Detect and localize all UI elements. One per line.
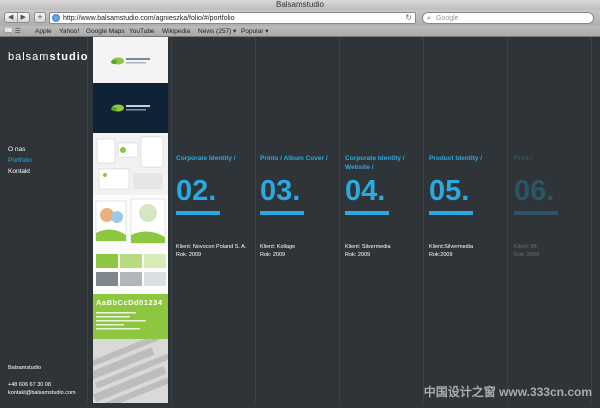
project-title[interactable]: Product Identity / [429, 154, 509, 163]
footer-email[interactable]: kontakt@balsamstudio.com [8, 389, 76, 397]
project-client: Klient: Novocon Poland S. A. Rok: 2009 [176, 244, 247, 258]
project-number: 05. [429, 175, 470, 207]
project-underline [514, 211, 558, 215]
thumbnail-stationery[interactable] [93, 133, 168, 195]
project-number: 03. [260, 175, 301, 207]
watermark: 中国设计之窗 www.333cn.com [423, 385, 592, 399]
bookmarks-icon[interactable]: 📖 ☰ [4, 27, 21, 36]
project-underline [429, 211, 473, 215]
logo-light-text: balsam [8, 51, 50, 63]
wordmark-graphic [82, 334, 176, 408]
forward-icon[interactable]: ▶ [18, 13, 30, 22]
bookmark-apple[interactable]: Apple [35, 26, 52, 37]
page: balsamstudio O nas Portfolio Kontakt Bal… [0, 37, 600, 408]
site-footer: Balsamstudio +48 606 67 30 08 kontakt@ba… [8, 364, 76, 397]
logo-dark-graphic [111, 104, 150, 112]
search-placeholder: Google [436, 15, 459, 22]
thumbnail-typography[interactable]: AaBbCcDd01234 [93, 294, 168, 339]
bookmarks-bar: 📖 ☰ Apple Yahoo! Google Maps YouTube Wik… [0, 26, 600, 37]
logo-light-graphic [111, 57, 150, 65]
bookmark-popular[interactable]: Popular ▾ [241, 26, 268, 37]
project-item[interactable]: Corporate Identity / 02. Klient: Novocon… [176, 154, 256, 258]
globe-icon [52, 14, 60, 22]
back-icon[interactable]: ◀ [5, 13, 18, 22]
project-title[interactable]: Corporate Identity / Website / [345, 154, 417, 172]
add-bookmark-button[interactable]: + [34, 12, 46, 23]
address-bar[interactable]: http://www.balsamstudio.com/agnieszka/fo… [49, 12, 416, 24]
project-client: Klient:Silvermedia Rok:2009 [429, 244, 474, 258]
thumbnail-logo-dark[interactable] [93, 83, 168, 133]
bookmark-wikipedia[interactable]: Wikipedia [162, 26, 190, 37]
reload-icon[interactable]: ↻ [405, 13, 412, 23]
grid-line [507, 37, 508, 403]
bookmark-youtube[interactable]: YouTube [129, 26, 155, 37]
search-icon: ⌕ [427, 15, 431, 22]
thumbnail-wordmark[interactable] [82, 334, 176, 408]
grid-line [423, 37, 424, 403]
project-client: Klient: BF Rok: 2009 [514, 244, 540, 258]
nav-buttons: ◀ ▶ [4, 12, 30, 23]
project-item[interactable]: Corporate Identity / Website / 04. Klien… [345, 154, 425, 258]
stationery-graphic [96, 136, 164, 190]
project-client: Klient: Kollage Rok: 2009 [260, 244, 296, 258]
project-number: 04. [345, 175, 386, 207]
bookmark-google-maps[interactable]: Google Maps [86, 26, 125, 37]
bookmark-yahoo[interactable]: Yahoo! [59, 26, 79, 37]
menu-item-kontakt[interactable]: Kontakt [8, 166, 32, 177]
project-item[interactable]: Prints / Album Cover / 03. Klient: Kolla… [260, 154, 340, 258]
thumbnail-logo-light[interactable] [93, 37, 168, 83]
project-underline [176, 211, 220, 215]
grid-line [171, 37, 172, 403]
window-title: Balsamstudio [0, 0, 600, 10]
footer-name: Balsamstudio [8, 365, 42, 371]
project-item[interactable]: Product Identity / 05. Klient:Silvermedi… [429, 154, 509, 258]
project-item[interactable]: Print / 06. Klient: BF Rok: 2009 [514, 154, 594, 258]
thumbnail-color-swatches[interactable] [93, 250, 168, 294]
grid-line [87, 37, 88, 403]
project-title[interactable]: Corporate Identity / [176, 154, 256, 163]
grid-line [339, 37, 340, 403]
project-underline [345, 211, 389, 215]
grid-line [591, 37, 592, 403]
url-text: http://www.balsamstudio.com/agnieszka/fo… [63, 15, 235, 22]
project-underline [260, 211, 304, 215]
swatches-graphic [96, 254, 166, 286]
logo-bold-text: studio [49, 51, 89, 63]
site-logo[interactable]: balsamstudio [8, 51, 88, 63]
grid-line [255, 37, 256, 403]
typography-lines [96, 312, 146, 330]
project-number: 06. [514, 175, 555, 207]
menu-item-o-nas[interactable]: O nas [8, 144, 32, 155]
brochure-graphic [95, 198, 166, 244]
thumbnail-strip: AaBbCcDd01234 [82, 37, 176, 408]
menu-item-portfolio[interactable]: Portfolio [8, 155, 32, 166]
browser-toolbar: ◀ ▶ + http://www.balsamstudio.com/agnies… [0, 10, 600, 26]
site-menu: O nas Portfolio Kontakt [8, 144, 32, 177]
bookmark-news[interactable]: News (257) ▾ [198, 26, 236, 37]
search-field[interactable]: ⌕ Google [422, 12, 594, 24]
project-title[interactable]: Print / [514, 154, 594, 163]
project-title[interactable]: Prints / Album Cover / [260, 154, 340, 163]
project-number: 02. [176, 175, 217, 207]
thumbnail-brochure[interactable] [93, 195, 168, 250]
footer-phone: +48 606 67 30 08 [8, 382, 51, 388]
project-client: Klient: Silvermedia Rok: 2009 [345, 244, 391, 258]
